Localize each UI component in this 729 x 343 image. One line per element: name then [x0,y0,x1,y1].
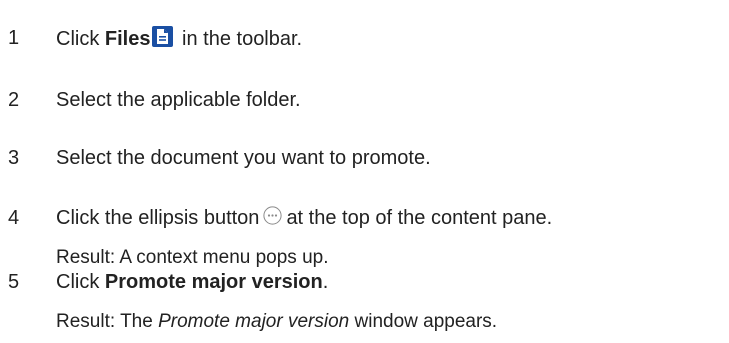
step-bold-label: Files [104,28,151,50]
file-document-icon [152,26,174,47]
step-bold-label: Promote major version [104,271,323,293]
step-4-text: Click the ellipsis button at the top of … [56,206,552,230]
step-text-after: in the toolbar. [176,28,303,50]
step-number: 1 [8,27,20,49]
step-text-after: at the top of the content pane. [286,207,553,229]
ellipsis-icon [263,206,283,225]
step-number: 2 [8,89,20,111]
result-text-after: window appears. [349,311,498,332]
step-2-text: Select the applicable folder. [56,89,301,111]
step-text-after: . [322,271,329,293]
step-text-before: Click [56,271,105,293]
step-number: 5 [8,271,20,293]
step-number: 4 [8,207,20,229]
step-4-result: Result: A context menu pops up. [56,247,329,268]
result-italic-label: Promote major version [158,311,350,332]
step-1-text: Click Files in the toolbar. [56,26,302,51]
step-5-result: Result: The Promote major version window… [56,310,497,334]
step-text-before: Click [56,28,105,50]
step-number: 3 [8,147,20,169]
step-text-before: Click the ellipsis button [56,207,260,229]
step-3-text: Select the document you want to promote. [56,147,431,169]
procedure-steps: 1 Click Files in the toolbar. 2 Select t… [0,0,729,343]
result-text-before: Result: The [56,311,159,332]
step-5-text: Click Promote major version. [56,270,328,294]
